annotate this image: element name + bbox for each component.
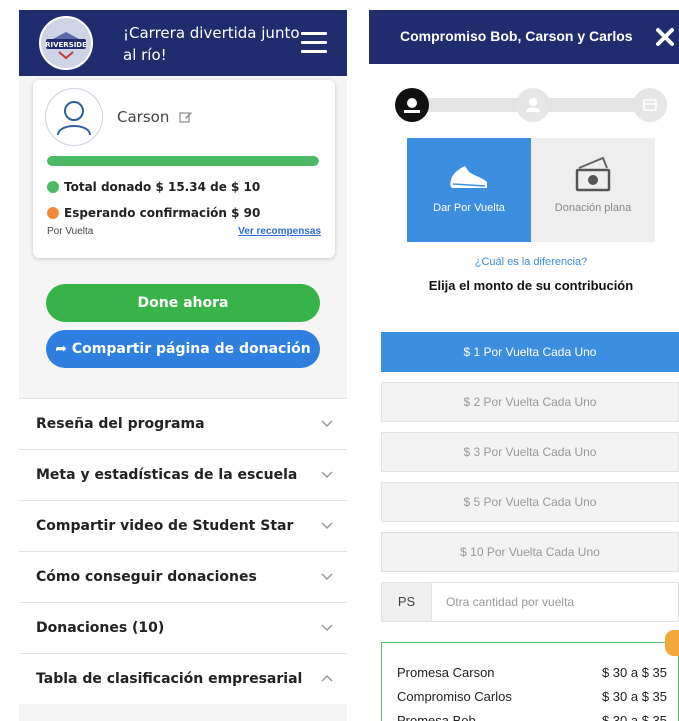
amount-options: $ 1 Por Vuelta Cada Uno $ 2 Por Vuelta C… <box>381 332 679 582</box>
share-icon: ➦ <box>55 341 72 357</box>
chevron-down-icon <box>321 522 333 530</box>
accordion-item-business-leaderboard[interactable]: Tabla de clasificación empresarial <box>19 653 347 704</box>
student-page-panel: RIVERSIDE ¡Carrera divertida junto al rí… <box>19 10 347 721</box>
per-lap-type-label: Dar Por Vuelta <box>433 202 505 214</box>
left-header: RIVERSIDE ¡Carrera divertida junto al rí… <box>19 10 347 76</box>
school-logo: RIVERSIDE <box>39 16 93 70</box>
share-donation-page-button[interactable]: ➦ Compartir página de donación <box>46 330 320 368</box>
summary-amount: $ 30 a $ 35 <box>601 665 667 680</box>
accordion-label: Compartir video de Student Star <box>36 518 294 534</box>
info-accordion: Reseña del programa Meta y estadísticas … <box>19 398 347 704</box>
amount-option-3[interactable]: $ 3 Por Vuelta Cada Uno <box>381 432 679 472</box>
summary-row: Compromiso Carlos $ 30 a $ 35 <box>397 689 667 704</box>
accordion-label: Cómo conseguir donaciones <box>36 569 257 585</box>
avatar <box>45 88 103 146</box>
summary-amount: $ 30 a $ 35 <box>601 689 667 704</box>
summary-row: Promesa Bob $ 30 a $ 35 <box>397 713 667 721</box>
chevron-down-icon <box>321 420 333 428</box>
accordion-item-donations[interactable]: Donaciones (10) <box>19 602 347 653</box>
step-3-card-icon <box>633 88 667 122</box>
running-shoe-icon <box>450 166 487 188</box>
accordion-label: Donaciones (10) <box>36 620 165 636</box>
chevron-down-icon <box>321 573 333 581</box>
summary-row: Promesa Carson $ 30 a $ 35 <box>397 665 667 680</box>
help-badge-icon[interactable] <box>665 630 679 656</box>
pledge-modal: Compromiso Bob, Carson y Carlos Dar Por … <box>369 10 679 721</box>
step-1-donation-icon <box>395 88 429 122</box>
amount-option-10[interactable]: $ 10 Por Vuelta Cada Uno <box>381 532 679 572</box>
difference-link[interactable]: ¿Cuál es la diferencia? <box>369 256 679 268</box>
pledge-title: Compromiso Bob, Carson y Carlos <box>400 28 633 44</box>
summary-amount: $ 30 a $ 35 <box>601 713 667 721</box>
total-donated-text: Total donado $ 15.34 de $ 10 <box>64 180 261 194</box>
accordion-label: Tabla de clasificación empresarial <box>36 671 303 687</box>
other-amount-prefix: PS <box>382 583 432 621</box>
student-name: Carson <box>117 108 170 126</box>
flat-donation-type-label: Donación plana <box>554 202 632 214</box>
chevron-up-icon <box>321 674 333 682</box>
accordion-item-school-goals[interactable]: Meta y estadísticas de la escuela <box>19 449 347 500</box>
choose-amount-heading: Elija el monto de su contribución <box>428 278 634 293</box>
per-lap-type-button[interactable]: Dar Por Vuelta <box>407 138 531 242</box>
pending-text: Esperando confirmación $ 90 <box>64 206 261 220</box>
summary-label: Promesa Carson <box>397 665 495 680</box>
student-profile-card: Carson Total donado $ 15.34 de $ 10 Espe… <box>33 80 335 258</box>
summary-label: Promesa Bob <box>397 713 476 721</box>
amount-option-2[interactable]: $ 2 Por Vuelta Cada Uno <box>381 382 679 422</box>
total-donated-row: Total donado $ 15.34 de $ 10 <box>47 180 260 194</box>
accordion-label: Meta y estadísticas de la escuela <box>36 467 298 483</box>
amount-option-1[interactable]: $ 1 Por Vuelta Cada Uno <box>381 332 679 372</box>
accordion-item-get-donations[interactable]: Cómo conseguir donaciones <box>19 551 347 602</box>
rewards-link[interactable]: Ver recompensas <box>238 226 321 237</box>
accordion-label: Reseña del programa <box>36 416 205 432</box>
header-tagline: ¡Carrera divertida junto al río! <box>123 24 300 64</box>
close-icon[interactable] <box>655 27 675 47</box>
other-amount-input[interactable] <box>432 583 678 621</box>
amount-option-5[interactable]: $ 5 Por Vuelta Cada Uno <box>381 482 679 522</box>
hamburger-menu-icon[interactable] <box>301 32 327 54</box>
flat-donation-type-button[interactable]: Donación plana <box>531 138 655 242</box>
chevron-down-icon <box>321 471 333 479</box>
per-lap-label: Por Vuelta <box>47 226 94 237</box>
pledge-summary-box: Promesa Carson $ 30 a $ 35 Compromiso Ca… <box>381 642 679 721</box>
pending-row: Esperando confirmación $ 90 <box>47 206 260 220</box>
chevron-down-icon <box>321 624 333 632</box>
step-2-user-icon <box>516 88 550 122</box>
accordion-item-share-video[interactable]: Compartir video de Student Star <box>19 500 347 551</box>
orange-dot-icon <box>47 207 59 219</box>
donate-now-button[interactable]: Done ahora <box>46 284 320 322</box>
share-button-label: Compartir página de donación <box>71 341 311 357</box>
svg-text:RIVERSIDE: RIVERSIDE <box>45 41 87 49</box>
green-dot-icon <box>47 181 59 193</box>
accordion-item-program-overview[interactable]: Reseña del programa <box>19 398 347 449</box>
summary-label: Compromiso Carlos <box>397 689 512 704</box>
donation-progress-bar <box>47 156 319 166</box>
donation-progress-fill <box>47 156 319 166</box>
other-amount-field: PS <box>381 582 679 622</box>
edit-icon[interactable] <box>179 110 193 124</box>
cash-icon <box>575 156 611 192</box>
pledge-header: Compromiso Bob, Carson y Carlos <box>369 10 679 64</box>
